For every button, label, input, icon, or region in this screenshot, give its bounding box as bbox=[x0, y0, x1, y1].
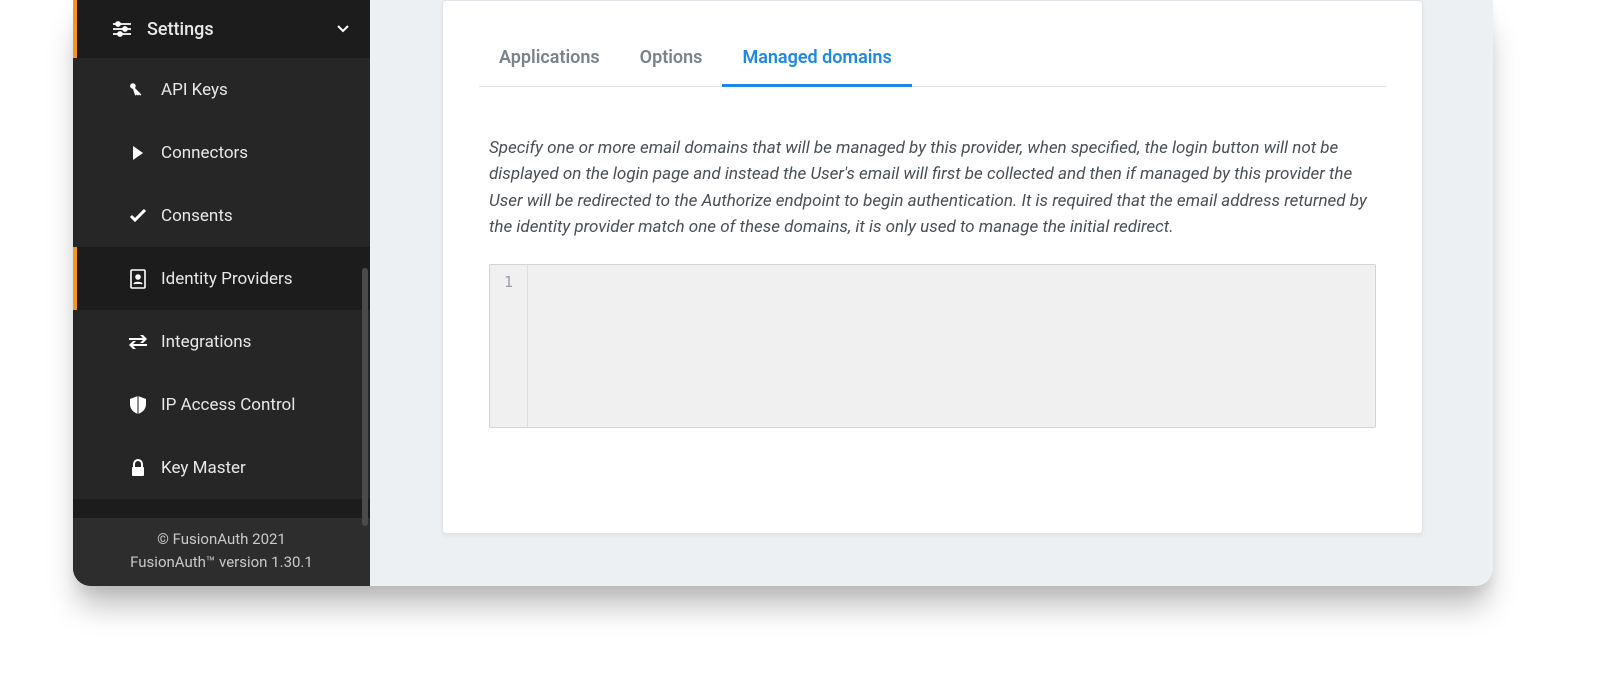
key-icon bbox=[125, 81, 151, 99]
sidebar-item-api-keys[interactable]: API Keys bbox=[73, 58, 370, 121]
sidebar-item-label: Key Master bbox=[161, 458, 246, 478]
sidebar-item-label: Integrations bbox=[161, 332, 251, 352]
sidebar-item-consents[interactable]: Consents bbox=[73, 184, 370, 247]
main-content: Applications Options Managed domains Spe… bbox=[370, 0, 1493, 586]
sidebar-scrollbar[interactable] bbox=[362, 268, 368, 526]
sidebar-item-label: Consents bbox=[161, 206, 233, 226]
content-card: Applications Options Managed domains Spe… bbox=[442, 0, 1423, 534]
tab-label: Options bbox=[640, 47, 703, 68]
exchange-icon bbox=[125, 335, 151, 349]
sidebar-item-label: API Keys bbox=[161, 80, 228, 100]
shield-icon bbox=[125, 396, 151, 414]
tab-applications[interactable]: Applications bbox=[479, 33, 620, 86]
chevron-right-icon bbox=[125, 146, 151, 160]
sidebar-item-label: IP Access Control bbox=[161, 395, 295, 415]
sidebar-item-integrations[interactable]: Integrations bbox=[73, 310, 370, 373]
managed-domains-editor[interactable]: 1 bbox=[489, 264, 1376, 428]
footer-version: FusionAuth™ version 1.30.1 bbox=[73, 551, 370, 574]
tab-managed-domains[interactable]: Managed domains bbox=[722, 33, 911, 86]
footer-copyright: © FusionAuth 2021 bbox=[73, 528, 370, 551]
sliders-icon bbox=[111, 21, 133, 37]
sidebar-settings-label: Settings bbox=[147, 19, 334, 40]
editor-gutter: 1 bbox=[490, 265, 528, 427]
lock-icon bbox=[125, 459, 151, 477]
app-frame: Settings API Keys Connectors bbox=[73, 0, 1493, 586]
sidebar-footer: © FusionAuth 2021 FusionAuth™ version 1.… bbox=[73, 518, 370, 587]
sidebar-item-key-master[interactable]: Key Master bbox=[73, 436, 370, 499]
sidebar: Settings API Keys Connectors bbox=[73, 0, 370, 586]
id-badge-icon bbox=[125, 269, 151, 289]
managed-domains-help-text: Specify one or more email domains that w… bbox=[489, 135, 1376, 240]
sidebar-item-connectors[interactable]: Connectors bbox=[73, 121, 370, 184]
line-number: 1 bbox=[490, 273, 527, 291]
editor-textarea[interactable] bbox=[528, 265, 1375, 427]
tab-bar: Applications Options Managed domains bbox=[479, 33, 1386, 87]
sidebar-submenu: API Keys Connectors Consents bbox=[73, 58, 370, 499]
sidebar-item-label: Connectors bbox=[161, 143, 248, 163]
tab-label: Managed domains bbox=[742, 47, 891, 68]
sidebar-item-label: Identity Providers bbox=[161, 269, 293, 289]
sidebar-settings-header[interactable]: Settings bbox=[73, 0, 370, 58]
sidebar-item-identity-providers[interactable]: Identity Providers bbox=[73, 247, 370, 310]
check-icon bbox=[125, 209, 151, 223]
tab-label: Applications bbox=[499, 47, 600, 68]
tab-options[interactable]: Options bbox=[620, 33, 723, 86]
chevron-down-icon bbox=[334, 25, 352, 33]
sidebar-item-ip-access-control[interactable]: IP Access Control bbox=[73, 373, 370, 436]
